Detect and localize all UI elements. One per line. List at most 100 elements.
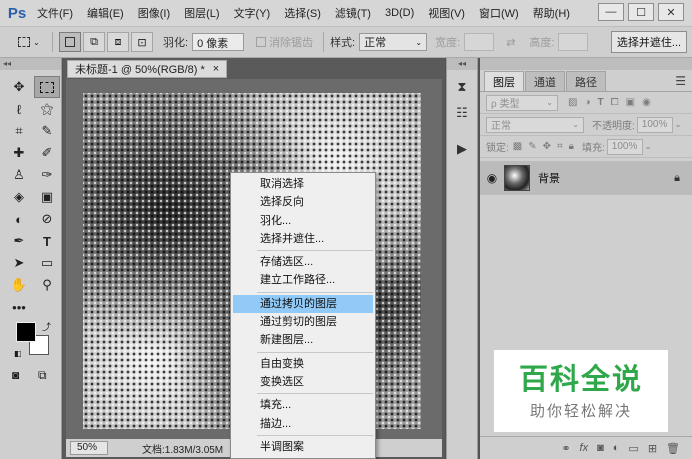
brush-tool-icon[interactable]: ✐ [34,142,60,164]
tab-layers[interactable]: 图层 [484,71,524,91]
clone-stamp-tool-icon[interactable]: ♙ [6,164,32,186]
menu-item-select-inverse[interactable]: 选择反向 [231,193,375,211]
rectangle-tool-icon[interactable]: ▭ [34,252,60,274]
chevron-down-icon[interactable]: ⌄ [645,142,652,151]
intersect-selection-button[interactable]: ⊡ [131,32,153,52]
add-mask-icon[interactable]: ◙ [597,442,604,454]
opacity-input[interactable]: 100% [636,116,673,133]
blend-mode-select[interactable]: 正常 ⌄ [486,116,584,133]
menu-item-free-transform[interactable]: 自由变换 [231,355,375,373]
magic-wand-tool-icon[interactable]: ⚝ [34,98,60,120]
tab-channels[interactable]: 通道 [525,71,565,91]
filter-toggle-icon[interactable]: ◉ [642,97,651,108]
default-colors-icon[interactable]: ◧ [14,349,22,358]
gradient-tool-icon[interactable]: ▣ [34,186,60,208]
lock-transparent-icon[interactable]: ▩ [513,141,522,152]
healing-brush-tool-icon[interactable]: ✚ [6,142,32,164]
history-brush-tool-icon[interactable]: ✑ [34,164,60,186]
menu-layer[interactable]: 图层(L) [177,5,226,21]
menu-file[interactable]: 文件(F) [30,5,80,21]
quick-mask-icon[interactable]: ◙ [12,368,19,382]
filter-shape-icon[interactable]: ⧠ [611,97,619,108]
panel-menu-icon[interactable]: ☰ [675,74,686,88]
link-layers-icon[interactable]: ⚭ [561,442,570,455]
add-selection-button[interactable]: ⧉ [83,32,105,52]
lock-artboard-icon[interactable]: ⌗ [557,141,563,152]
type-tool-icon[interactable]: T [34,230,60,252]
history-panel-icon[interactable]: ⧗ [447,76,477,98]
new-group-icon[interactable]: ▭ [628,442,638,455]
menu-item-new-layer[interactable]: 新建图层... [231,331,375,349]
panel-collapse-icon[interactable]: ◂◂ [447,58,477,70]
new-selection-button[interactable] [59,32,81,52]
width-input[interactable] [464,33,495,51]
menu-edit[interactable]: 编辑(E) [80,5,131,21]
menu-item-feather[interactable]: 羽化... [231,212,375,230]
tab-paths[interactable]: 路径 [566,71,606,91]
blur-tool-icon[interactable]: ◐ [6,208,32,230]
lock-position-icon[interactable]: ✥ [543,141,551,152]
feather-input[interactable]: 0 像素 [192,33,245,51]
style-select[interactable]: 正常 ⌄ [359,33,428,51]
crop-tool-icon[interactable]: ⌗ [6,120,32,142]
layer-row[interactable]: ◉ 背景 🔒︎ [480,161,692,195]
zoom-tool-icon[interactable]: ⚲ [34,274,60,296]
close-icon[interactable]: × [213,63,219,75]
menu-item-fill[interactable]: 填充... [231,396,375,414]
select-and-mask-button[interactable]: 选择并遮住... [611,31,687,53]
more-tools-icon[interactable]: ••• [6,296,32,318]
lock-all-icon[interactable]: 🔒︎ [569,141,574,152]
menu-item-deselect[interactable]: 取消选择 [231,175,375,193]
minimize-button[interactable]: — [598,3,624,21]
menu-item-select-and-mask[interactable]: 选择并遮住... [231,230,375,248]
menu-help[interactable]: 帮助(H) [526,5,577,21]
antialias-checkbox[interactable] [256,37,267,47]
menu-item-layer-via-cut[interactable]: 通过剪切的图层 [231,313,375,331]
lasso-tool-icon[interactable]: ℓ [6,98,32,120]
foreground-color-swatch[interactable] [16,322,36,342]
visibility-eye-icon[interactable]: ◉ [480,171,504,185]
lock-image-icon[interactable]: ✎ [528,141,536,152]
kind-filter-select[interactable]: ρ 类型 ⌄ [486,94,558,111]
chevron-down-icon[interactable]: ⌄ [675,120,682,129]
menu-item-halftone-pattern[interactable]: 半调图案 [231,438,375,456]
dodge-tool-icon[interactable]: ⊘ [34,208,60,230]
subtract-selection-button[interactable]: ⧈ [107,32,129,52]
swap-icon[interactable]: ⇄ [506,36,515,49]
menu-window[interactable]: 窗口(W) [472,5,526,21]
menu-image[interactable]: 图像(I) [131,5,177,21]
actions-play-icon[interactable]: ▶ [447,138,477,160]
path-selection-tool-icon[interactable]: ➤ [6,252,32,274]
menu-3d[interactable]: 3D(D) [378,7,421,19]
menu-item-transform-selection[interactable]: 变换选区 [231,373,375,391]
document-tab[interactable]: 未标题-1 @ 50%(RGB/8) * × [67,60,228,78]
menu-filter[interactable]: 滤镜(T) [328,5,378,21]
filter-adjustment-icon[interactable]: ◑ [584,97,590,108]
toolbox-collapse-icon[interactable]: ◂◂ [0,58,61,70]
screen-mode-icon[interactable]: ⧉ [38,368,47,383]
properties-panel-icon[interactable]: ☷ [447,102,477,124]
menu-select[interactable]: 选择(S) [277,5,328,21]
height-input[interactable] [558,33,589,51]
close-button[interactable]: ✕ [658,3,684,21]
menu-item-stroke[interactable]: 描边... [231,415,375,433]
move-tool-icon[interactable]: ✥ [6,76,32,98]
zoom-field[interactable]: 50% [70,441,108,455]
filter-type-icon[interactable]: T [598,97,604,108]
fill-input[interactable]: 100% [606,138,643,155]
menu-view[interactable]: 视图(V) [421,5,472,21]
rect-marquee-tool-icon[interactable] [34,76,60,98]
pen-tool-icon[interactable]: ✒ [6,230,32,252]
eyedropper-tool-icon[interactable]: ✎ [34,120,60,142]
menu-item-layer-via-copy[interactable]: 通过拷贝的图层 [233,294,373,314]
tool-preset-picker[interactable]: ⌄ [14,32,44,52]
swap-colors-icon[interactable]: ⤴ [42,320,51,333]
new-layer-icon[interactable]: ⊞ [648,442,657,455]
layer-style-icon[interactable]: fx [580,442,589,454]
menu-item-make-work-path[interactable]: 建立工作路径... [231,271,375,289]
maximize-button[interactable]: ☐ [628,3,654,21]
delete-layer-icon[interactable]: 🗑︎ [666,442,680,455]
menu-type[interactable]: 文字(Y) [227,5,278,21]
menu-item-save-selection[interactable]: 存储选区... [231,253,375,271]
adjustment-layer-icon[interactable]: ◐ [613,442,620,454]
